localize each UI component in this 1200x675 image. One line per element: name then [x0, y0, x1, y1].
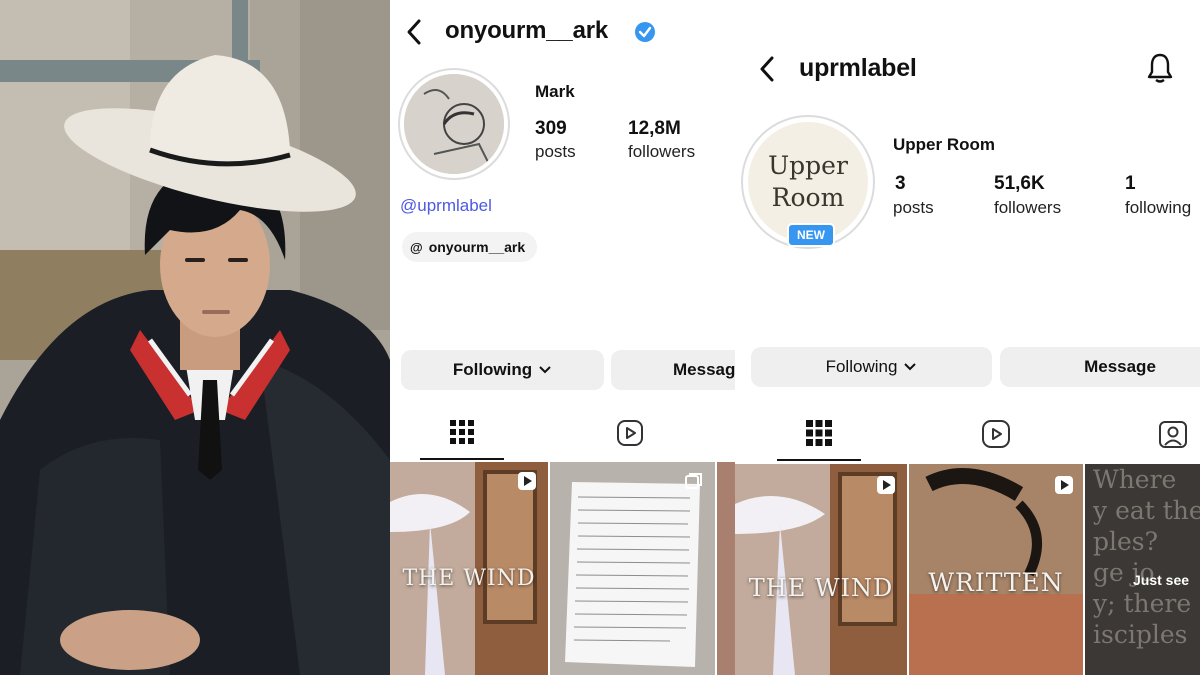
profile-tabs [735, 408, 1200, 461]
tile-background-line: y; there [1093, 589, 1192, 618]
post-tile[interactable]: Where y eat the ples? ge jo y; there isc… [1085, 464, 1200, 675]
message-button-label: Message [673, 360, 735, 379]
threads-badge[interactable]: @ onyourm__ark [402, 232, 538, 262]
verified-badge-icon [635, 22, 655, 42]
post-tile[interactable]: WRITTEN [909, 464, 1083, 675]
post-tile[interactable]: THE WIND [735, 464, 907, 675]
profile-username: onyourm__ark [445, 17, 608, 44]
message-button-label: Message [1084, 357, 1156, 376]
message-button[interactable]: Message [611, 350, 735, 390]
avatar-drawing [404, 74, 504, 174]
threads-handle: onyourm__ark [428, 239, 526, 255]
posts-count: 3 [895, 173, 906, 194]
reel-icon [518, 472, 536, 490]
posts-label: posts [893, 198, 934, 217]
following-label[interactable]: following [1125, 198, 1191, 218]
post-tile[interactable]: THE WIND [390, 462, 548, 675]
post-tile-partial[interactable] [717, 462, 735, 675]
reels-tab-icon[interactable] [616, 419, 644, 447]
tagged-tab-icon[interactable] [1158, 419, 1188, 449]
chevron-down-icon [539, 366, 551, 374]
new-badge: NEW [787, 223, 835, 247]
tile-overlay-text: THE WIND [748, 574, 894, 602]
followers-label[interactable]: followers [628, 142, 695, 162]
message-button[interactable]: Message [1000, 347, 1200, 387]
tile-overlay-text: Just see [1133, 572, 1190, 588]
tile-background-line: isciples [1093, 620, 1188, 649]
linked-account-link[interactable]: @uprmlabel [400, 196, 492, 216]
avatar[interactable] [404, 74, 504, 174]
tile-overlay-text: WRITTEN [928, 568, 1064, 597]
following-button-label: Following [825, 357, 898, 376]
following-button[interactable]: Following [751, 347, 992, 387]
tile-image [735, 464, 907, 675]
active-tab-indicator [420, 458, 504, 460]
avatar-text-line2: Room [771, 183, 845, 212]
following-count[interactable]: 1 [1125, 173, 1136, 195]
threads-icon: @ [410, 239, 423, 255]
reel-icon [1055, 476, 1073, 494]
avatar-text-line1: Upper [768, 151, 848, 180]
grid-icon[interactable] [450, 420, 474, 444]
display-name: Mark [535, 82, 575, 101]
followers-count[interactable]: 12,8M [628, 118, 681, 140]
carousel-icon [685, 473, 702, 489]
following-button-label: Following [452, 360, 533, 379]
back-arrow-icon[interactable] [404, 18, 424, 46]
reels-tab-icon[interactable] [981, 419, 1011, 449]
profile-username: uprmlabel [799, 54, 917, 82]
notification-bell-icon[interactable] [1146, 52, 1174, 84]
tile-background-line: Where [1093, 465, 1177, 494]
profile-screen-onyourmark: onyourm__ark Mark 309 posts 12,8M follow… [390, 0, 735, 675]
post-tile[interactable] [550, 462, 715, 675]
profile-screen-uprmlabel: uprmlabel Upper Room NEW Upper Room 3 po… [735, 0, 1200, 675]
reel-icon [877, 476, 895, 494]
following-button[interactable]: Following [401, 350, 604, 390]
profile-photo [0, 0, 390, 675]
chevron-down-icon [904, 363, 917, 371]
photo-illustration [0, 0, 390, 675]
tile-background-text: Where y eat the ples? ge jo y; there isc… [1093, 464, 1200, 650]
display-name: Upper Room [893, 135, 995, 154]
tile-overlay-text: THE WIND [402, 566, 536, 591]
grid-icon[interactable] [806, 420, 832, 446]
followers-count[interactable]: 51,6K [994, 173, 1045, 195]
active-tab-indicator [777, 459, 861, 461]
profile-tabs [390, 408, 735, 460]
tile-background-line: ples? [1093, 527, 1159, 556]
tile-image [550, 462, 715, 675]
back-arrow-icon[interactable] [757, 55, 777, 83]
tile-background-line: y eat the [1093, 496, 1200, 525]
followers-label[interactable]: followers [994, 198, 1061, 218]
posts-label: posts [535, 142, 576, 161]
posts-count: 309 [535, 118, 567, 139]
